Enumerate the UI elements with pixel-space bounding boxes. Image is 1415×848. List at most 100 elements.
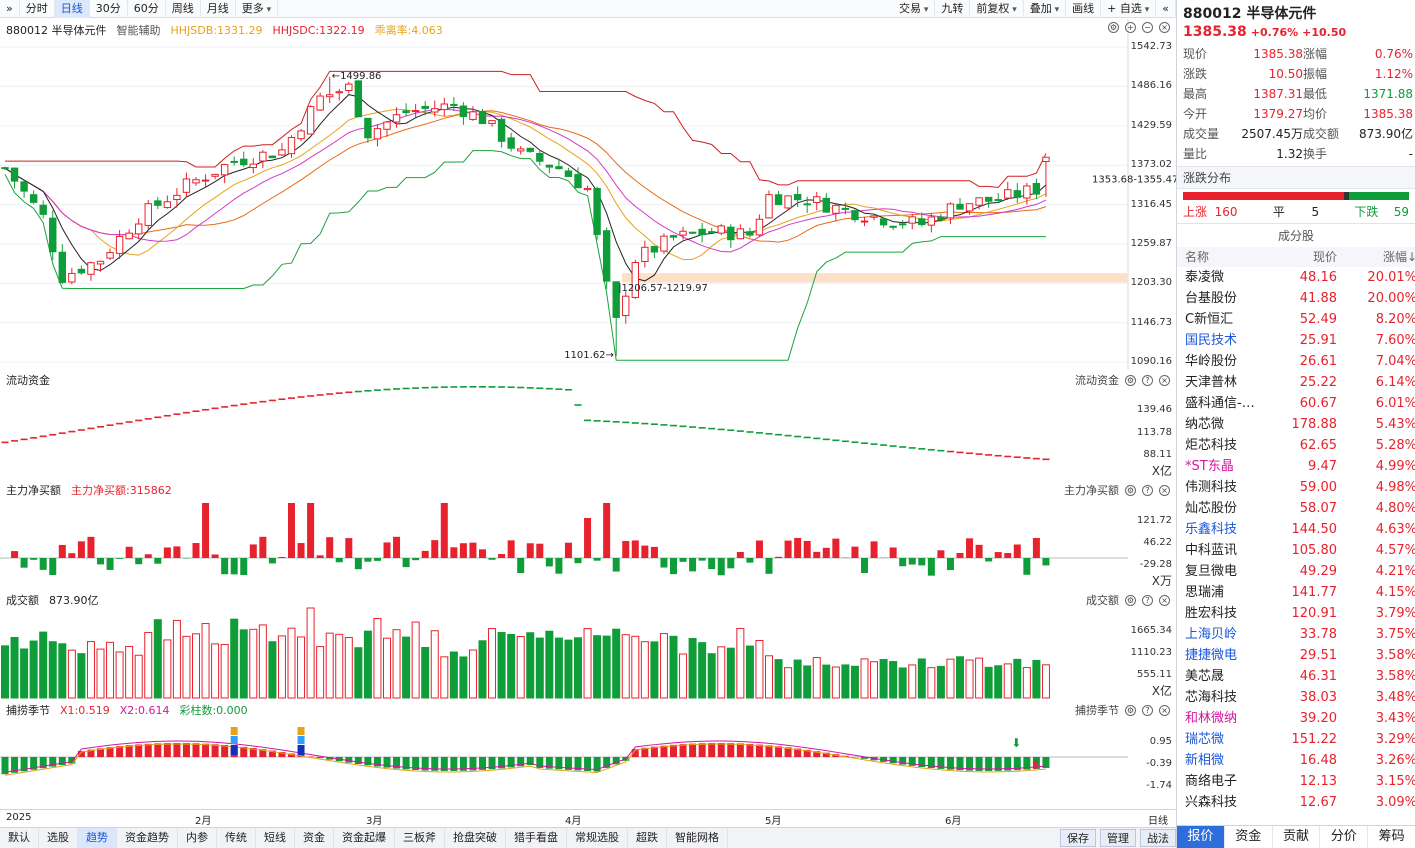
strategy-tab[interactable]: 内参 bbox=[178, 828, 217, 848]
strategy-tab[interactable]: 资金趋势 bbox=[117, 828, 178, 848]
turnover-chart[interactable] bbox=[0, 589, 1176, 699]
tab-monthly[interactable]: 月线 bbox=[201, 0, 236, 18]
kline-chart[interactable]: ←1499.86 1101.62→ |1206.57-1219.97 1353.68-… bbox=[0, 19, 1176, 369]
stock-row[interactable]: 捷捷微电 29.51 3.58% bbox=[1177, 645, 1415, 666]
strategy-tab[interactable]: 超跌 bbox=[628, 828, 667, 848]
collapse-right-icon[interactable]: « bbox=[1156, 0, 1176, 18]
close-icon[interactable]: × bbox=[1159, 484, 1170, 496]
stock-row[interactable]: 华岭股份 26.61 7.04% bbox=[1177, 351, 1415, 372]
assist-toggle[interactable]: 智能辅助 bbox=[117, 22, 161, 38]
help-icon[interactable]: ? bbox=[1142, 484, 1153, 496]
col-price[interactable]: 现价 bbox=[1273, 247, 1337, 267]
trade-button[interactable]: 交易 bbox=[893, 0, 936, 18]
stock-row[interactable]: 芯海科技 38.03 3.48% bbox=[1177, 687, 1415, 708]
tab-more[interactable]: 更多 bbox=[236, 0, 279, 18]
strategy-tab[interactable]: 抢盘突破 bbox=[445, 828, 506, 848]
strategy-tab[interactable]: 默认 bbox=[0, 828, 39, 848]
overlay-button[interactable]: 叠加 bbox=[1024, 0, 1067, 18]
help-icon[interactable]: ? bbox=[1142, 704, 1153, 716]
draw-button[interactable]: 画线 bbox=[1066, 0, 1102, 18]
strategy-tab[interactable]: 传统 bbox=[217, 828, 256, 848]
panel-tab[interactable]: 贡献 bbox=[1273, 826, 1321, 848]
stock-row[interactable]: *ST东晶 9.47 4.99% bbox=[1177, 456, 1415, 477]
kline-pane[interactable]: ←1499.86 1101.62→ |1206.57-1219.97 1353.68-… bbox=[0, 19, 1176, 369]
strategy-tab[interactable]: 资金起爆 bbox=[334, 828, 395, 848]
close-icon[interactable]: × bbox=[1159, 704, 1170, 716]
season-pane[interactable]: ⬇ ⬆ 捕捞季节 X1:0.519 X2:0.614 彩柱数:0.000 捕捞季节 ⚙? ×… bbox=[0, 699, 1176, 809]
tab-timeshare[interactable]: 分时 bbox=[20, 0, 55, 18]
col-pct[interactable]: 涨幅↓ bbox=[1337, 247, 1415, 267]
stock-row[interactable]: 纳芯微 178.88 5.43% bbox=[1177, 414, 1415, 435]
volume-bar bbox=[421, 647, 430, 699]
settings-icon[interactable]: ⚙ bbox=[1125, 484, 1136, 496]
candle-body bbox=[106, 252, 114, 259]
close-icon[interactable]: × bbox=[1159, 22, 1170, 33]
tab-weekly[interactable]: 周线 bbox=[166, 0, 201, 18]
stock-row[interactable]: 盛科通信-… 60.67 6.01% bbox=[1177, 393, 1415, 414]
stock-row[interactable]: 复旦微电 49.29 4.21% bbox=[1177, 561, 1415, 582]
strategy-tab[interactable]: 趋势 bbox=[78, 828, 117, 848]
stock-row[interactable]: 国民技术 25.91 7.60% bbox=[1177, 330, 1415, 351]
stock-row[interactable]: 伟测科技 59.00 4.98% bbox=[1177, 477, 1415, 498]
strategy-tab[interactable]: 猎手看盘 bbox=[506, 828, 567, 848]
stock-row[interactable]: 新相微 16.48 3.26% bbox=[1177, 750, 1415, 771]
season-bar bbox=[736, 743, 744, 757]
stock-row[interactable]: 天津普林 25.22 6.14% bbox=[1177, 372, 1415, 393]
strategy-tab[interactable]: 常规选股 bbox=[567, 828, 628, 848]
candle-body bbox=[488, 120, 496, 124]
stock-row[interactable]: 炬芯科技 62.65 5.28% bbox=[1177, 435, 1415, 456]
panel-tab[interactable]: 报价 bbox=[1177, 826, 1225, 848]
strategy-tab[interactable]: 资金 bbox=[295, 828, 334, 848]
turnover-pane[interactable]: 成交额 873.90亿 成交额 ⚙? × 1665.34 1110.23 555.11… bbox=[0, 589, 1176, 699]
adjust-button[interactable]: 前复权 bbox=[970, 0, 1024, 18]
stock-row[interactable]: 台基股份 41.88 20.00% bbox=[1177, 288, 1415, 309]
stock-row[interactable]: 商络电子 12.13 3.15% bbox=[1177, 771, 1415, 792]
stock-row[interactable]: 和林微纳 39.20 3.43% bbox=[1177, 708, 1415, 729]
manage-button[interactable]: 管理 bbox=[1100, 829, 1136, 847]
panel-tab[interactable]: 筹码 bbox=[1368, 826, 1415, 848]
settings-icon[interactable]: ⚙ bbox=[1125, 704, 1136, 716]
help-icon[interactable]: ? bbox=[1142, 374, 1153, 386]
settings-icon[interactable]: ⚙ bbox=[1108, 22, 1119, 33]
stock-row[interactable]: 泰凌微 48.16 20.01% bbox=[1177, 267, 1415, 288]
nine-turn-button[interactable]: 九转 bbox=[935, 0, 971, 18]
panel-tab[interactable]: 分价 bbox=[1320, 826, 1369, 848]
stock-row[interactable]: C新恒汇 52.49 8.20% bbox=[1177, 309, 1415, 330]
strategy-tab[interactable]: 短线 bbox=[256, 828, 295, 848]
stock-row[interactable]: 美芯晟 46.31 3.58% bbox=[1177, 666, 1415, 687]
netbuy-bar bbox=[822, 547, 830, 558]
stat-value: 1385.38 bbox=[1363, 107, 1413, 121]
tab-daily[interactable]: 日线 bbox=[54, 0, 90, 18]
settings-icon[interactable]: ⚙ bbox=[1125, 594, 1136, 606]
save-button[interactable]: 保存 bbox=[1060, 829, 1096, 847]
panel-tab[interactable]: 资金 bbox=[1225, 826, 1273, 848]
strategy-tab[interactable]: 三板斧 bbox=[395, 828, 445, 848]
zoom-in-icon[interactable]: + bbox=[1125, 22, 1136, 33]
stock-row[interactable]: 灿芯股份 58.07 4.80% bbox=[1177, 498, 1415, 519]
strategy-button[interactable]: 战法 bbox=[1140, 829, 1176, 847]
strategy-tab[interactable]: 智能网格 bbox=[667, 828, 728, 848]
close-icon[interactable]: × bbox=[1159, 594, 1170, 606]
main-net-pane[interactable]: 主力净买额 主力净买额:315862 主力净买额 ⚙? × 121.72 46.22 … bbox=[0, 479, 1176, 589]
watchlist-button[interactable]: + 自选 bbox=[1101, 0, 1157, 18]
stock-row[interactable]: 兴森科技 12.67 3.09% bbox=[1177, 792, 1415, 813]
flow-chart[interactable] bbox=[0, 369, 1176, 479]
help-icon[interactable]: ? bbox=[1142, 594, 1153, 606]
strategy-tab[interactable]: 选股 bbox=[39, 828, 78, 848]
settings-icon[interactable]: ⚙ bbox=[1125, 374, 1136, 386]
flow-mark bbox=[517, 386, 525, 389]
stock-row[interactable]: 中科蓝讯 105.80 4.57% bbox=[1177, 540, 1415, 561]
main-net-chart[interactable] bbox=[0, 479, 1176, 589]
tab-60min[interactable]: 60分 bbox=[128, 0, 166, 18]
stock-row[interactable]: 乐鑫科技 144.50 4.63% bbox=[1177, 519, 1415, 540]
expand-left-icon[interactable]: » bbox=[0, 0, 20, 18]
col-name[interactable]: 名称 bbox=[1185, 247, 1273, 267]
stock-row[interactable]: 上海贝岭 33.78 3.75% bbox=[1177, 624, 1415, 645]
zoom-out-icon[interactable]: − bbox=[1142, 22, 1153, 33]
tab-30min[interactable]: 30分 bbox=[90, 0, 128, 18]
stock-row[interactable]: 胜宏科技 120.91 3.79% bbox=[1177, 603, 1415, 624]
close-icon[interactable]: × bbox=[1159, 374, 1170, 386]
stock-row[interactable]: 瑞芯微 151.22 3.29% bbox=[1177, 729, 1415, 750]
stock-row[interactable]: 思瑞浦 141.77 4.15% bbox=[1177, 582, 1415, 603]
flow-pane[interactable]: 流动资金 流动资金 ⚙? × 139.46 113.78 88.11 X亿 bbox=[0, 369, 1176, 479]
